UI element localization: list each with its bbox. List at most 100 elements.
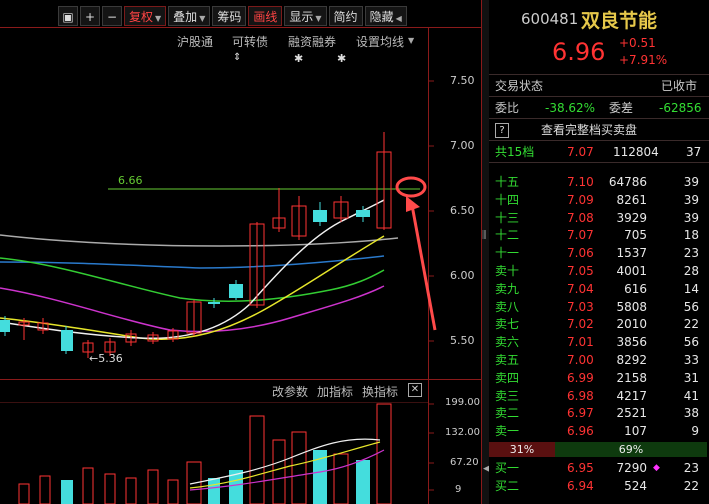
ask-row[interactable]: 十一 7.06 1537 23 xyxy=(489,244,707,262)
level-count: 41 xyxy=(683,388,699,403)
resistance-label: 6.66 xyxy=(118,174,143,187)
level-count: 39 xyxy=(683,210,699,225)
ask-row[interactable]: 十三 7.08 3929 39 xyxy=(489,209,707,227)
level-price: 7.10 xyxy=(567,175,594,189)
level-count: 28 xyxy=(683,264,699,278)
bid-row[interactable]: 买二 6.94 524 22 xyxy=(489,477,707,495)
level-count: 56 xyxy=(683,335,699,350)
price-tick: 6.00 xyxy=(450,269,475,282)
level-count: 23 xyxy=(683,246,699,261)
level-volume: 4001 xyxy=(616,264,647,278)
level-count: 9 xyxy=(691,424,699,439)
close-icon[interactable]: ✕ xyxy=(408,383,422,397)
level-count: 18 xyxy=(683,228,699,243)
level-label: 卖四 xyxy=(495,370,520,385)
ask-row[interactable]: 卖九 7.04 616 14 xyxy=(489,280,707,298)
level-price: 7.03 xyxy=(567,299,594,314)
help-icon: ? xyxy=(495,123,509,138)
price-change: +0.51 xyxy=(619,36,656,50)
level-volume: 3856 xyxy=(616,335,647,350)
quote-panel: 600481 双良节能 6.96 +0.51 +7.91% 交易状态 已收市 委… xyxy=(489,0,709,504)
ask-row[interactable]: 十五 7.10 64786 39 xyxy=(489,173,707,191)
level-count: 39 xyxy=(683,192,699,207)
level-label: 卖三 xyxy=(495,388,520,403)
level-volume: 524 xyxy=(624,479,647,493)
ask-row[interactable]: 卖二 6.97 2521 38 xyxy=(489,404,707,422)
level-price: 7.09 xyxy=(567,192,594,207)
add-indicator-link[interactable]: 加指标 xyxy=(317,383,353,400)
level-count: 56 xyxy=(683,299,699,314)
level-label: 卖二 xyxy=(495,406,520,421)
ask-row[interactable]: 十二 7.07 705 18 xyxy=(489,226,707,244)
level-count: 23 xyxy=(683,461,699,475)
level-volume: 1537 xyxy=(616,246,647,261)
low-price-label: ←5.36 xyxy=(89,352,123,365)
level-volume: 2521 xyxy=(616,406,647,421)
buy-ratio-bar: 31% xyxy=(489,442,555,457)
full-book-link[interactable]: ? 查看完整档买卖盘 xyxy=(489,121,707,139)
level-label: 卖九 xyxy=(495,281,520,296)
level-count: 38 xyxy=(683,406,699,421)
switch-indicator-link[interactable]: 换指标 xyxy=(362,383,398,400)
level-count: 33 xyxy=(683,353,699,367)
bid-row[interactable]: 买一 6.95 7290 23 ◆ xyxy=(489,459,707,477)
annotation-circle xyxy=(395,176,427,198)
level-volume: 107 xyxy=(624,424,647,439)
level-volume: 616 xyxy=(624,281,647,296)
level-price: 7.07 xyxy=(567,228,594,243)
level-volume: 64786 xyxy=(608,175,647,189)
level-count: 14 xyxy=(683,281,699,296)
level-label: 卖八 xyxy=(495,299,520,314)
chart-area[interactable]: ▣ + − 复权 ▼ 叠加 ▼ 筹码 画线 显示 ▼ 简约 隐藏 ◀ 沪股通 可转债 融… xyxy=(0,0,482,504)
level-label: 卖十 xyxy=(495,264,520,278)
current-price: 6.96 xyxy=(552,38,606,66)
diamond-icon: ◆ xyxy=(653,463,660,473)
stock-code: 600481 xyxy=(521,10,579,28)
ask-row[interactable]: 卖十 7.05 4001 28 xyxy=(489,262,707,280)
sell-ratio-bar: 69% xyxy=(555,442,707,457)
ask-row[interactable]: 卖六 7.01 3856 56 xyxy=(489,333,707,351)
price-change-pct: +7.91% xyxy=(619,53,668,67)
level-label: 买一 xyxy=(495,461,520,475)
level-label: 卖七 xyxy=(495,317,520,332)
level-label: 十一 xyxy=(495,246,520,261)
volume-tick: 132.00 xyxy=(445,427,480,438)
volume-tick: 67.20 xyxy=(450,457,479,468)
splitter-handle-icon[interactable]: ⫼ xyxy=(482,230,487,241)
level-price: 6.99 xyxy=(567,370,594,385)
total-levels-row: 共15档 7.07 112804 37 xyxy=(495,145,702,159)
price-tick: 7.00 xyxy=(450,139,475,152)
panel-divider[interactable] xyxy=(482,0,489,504)
level-volume: 8292 xyxy=(616,353,647,367)
level-volume: 3929 xyxy=(616,210,647,225)
level-label: 卖五 xyxy=(495,353,520,367)
ask-row[interactable]: 卖五 7.00 8292 33 xyxy=(489,351,707,369)
level-label: 卖六 xyxy=(495,335,520,350)
level-count: 39 xyxy=(683,175,699,189)
level-label: 买二 xyxy=(495,479,520,493)
level-price: 7.04 xyxy=(567,281,594,296)
level-label: 十四 xyxy=(495,192,520,207)
ask-row[interactable]: 卖七 7.02 2010 22 xyxy=(489,315,707,333)
level-label: 十二 xyxy=(495,228,520,243)
trade-status-row: 交易状态 已收市 xyxy=(495,79,698,93)
arrow-left-icon: ← xyxy=(89,352,99,365)
ask-row[interactable]: 十四 7.09 8261 39 xyxy=(489,191,707,209)
level-price: 6.95 xyxy=(567,461,594,475)
level-volume: 7290 xyxy=(616,461,647,475)
candles xyxy=(0,132,392,358)
price-tick: 5.50 xyxy=(450,334,475,347)
level-volume: 5808 xyxy=(616,299,647,314)
price-tick: 7.50 xyxy=(450,74,475,87)
level-price: 6.94 xyxy=(567,479,594,493)
ask-row[interactable]: 卖一 6.96 107 9 xyxy=(489,422,707,440)
level-price: 6.96 xyxy=(567,424,594,439)
ask-row[interactable]: 卖三 6.98 4217 41 xyxy=(489,387,707,405)
ask-row[interactable]: 卖八 7.03 5808 56 xyxy=(489,298,707,316)
candlestick-chart xyxy=(0,0,482,504)
change-param-link[interactable]: 改参数 xyxy=(272,383,308,400)
level-price: 7.02 xyxy=(567,317,594,332)
level-price: 7.01 xyxy=(567,335,594,350)
volume-tick: 199.00 xyxy=(445,397,480,408)
ask-row[interactable]: 卖四 6.99 2158 31 xyxy=(489,369,707,387)
